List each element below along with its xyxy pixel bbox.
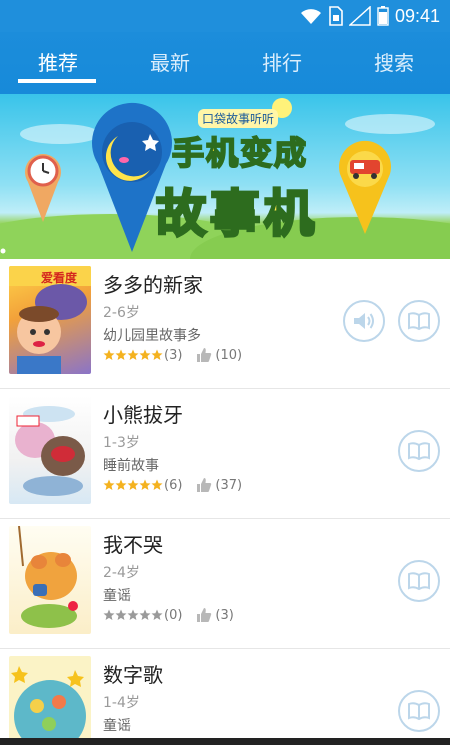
like-count: (37) <box>215 477 243 493</box>
star-empty-icon <box>103 609 115 620</box>
story-title[interactable]: 小熊拔牙 <box>103 399 183 428</box>
bottom-edge <box>0 738 450 745</box>
promo-banner[interactable]: 口袋故事听听 手机变成 故事机 <box>0 94 450 259</box>
story-age: 2-4岁 <box>103 565 140 581</box>
story-cover[interactable] <box>9 656 91 745</box>
story-cover[interactable] <box>9 526 91 634</box>
thumbs-up-icon[interactable] <box>196 607 212 623</box>
star-rating <box>103 479 163 491</box>
like-count: (3) <box>215 607 234 623</box>
star-empty-icon <box>115 609 127 620</box>
star-empty-icon <box>151 609 163 620</box>
signal-icon <box>348 6 371 26</box>
cover-text: 爱看度 <box>41 271 78 285</box>
star-filled-icon <box>139 349 151 360</box>
alarm-clock-icon <box>25 154 61 222</box>
story-meta: (0) (3) <box>103 607 234 623</box>
story-category: 童谣 <box>103 588 131 604</box>
thumbs-up-icon[interactable] <box>196 477 212 493</box>
story-title[interactable]: 我不哭 <box>103 529 163 558</box>
wifi-icon <box>300 9 321 24</box>
list-item[interactable]: 小熊拔牙 1-3岁 睡前故事 (6) (37) <box>0 389 450 519</box>
star-filled-icon <box>115 349 127 360</box>
story-meta: (3) (10) <box>103 347 242 363</box>
story-age: 2-6岁 <box>103 305 140 321</box>
banner-title-line1: 手机变成 <box>171 133 309 173</box>
star-filled-icon <box>139 479 151 490</box>
read-book-button[interactable] <box>398 560 440 602</box>
star-rating <box>103 609 163 621</box>
status-bar: 09:41 <box>0 0 450 32</box>
story-category: 幼儿园里故事多 <box>103 328 201 344</box>
story-category: 童谣 <box>103 718 131 734</box>
story-cover[interactable]: 爱看度 <box>9 266 91 374</box>
play-audio-button[interactable] <box>343 300 385 342</box>
book-icon <box>408 572 430 591</box>
active-tab-indicator <box>18 79 96 83</box>
story-cover[interactable] <box>9 396 91 504</box>
star-filled-icon <box>151 349 163 360</box>
star-empty-icon <box>127 609 139 620</box>
tab-recommend[interactable]: 推荐 <box>2 32 114 94</box>
battery-icon <box>377 6 389 26</box>
book-icon <box>408 312 430 331</box>
star-filled-icon <box>103 349 115 360</box>
list-item[interactable]: 数字歌 1-4岁 童谣 <box>0 649 450 745</box>
status-time: 09:41 <box>394 5 440 26</box>
read-book-button[interactable] <box>398 300 440 342</box>
star-filled-icon <box>103 479 115 490</box>
star-empty-icon <box>139 609 151 620</box>
read-book-button[interactable] <box>398 430 440 472</box>
rating-count: (6) <box>164 477 183 493</box>
thumbs-up-icon[interactable] <box>196 347 212 363</box>
list-item[interactable]: 爱看度 多多的新家 2-6岁 幼儿园里故事多 (3) (10) <box>0 259 450 389</box>
story-title[interactable]: 数字歌 <box>103 659 163 688</box>
book-icon <box>408 702 430 721</box>
read-book-button[interactable] <box>398 690 440 732</box>
star-filled-icon <box>127 349 139 360</box>
like-count: (10) <box>215 347 243 363</box>
star-filled-icon <box>127 479 139 490</box>
story-meta: (6) (37) <box>103 477 242 493</box>
story-age: 1-4岁 <box>103 695 140 711</box>
tab-latest[interactable]: 最新 <box>114 32 226 94</box>
book-icon <box>408 442 430 461</box>
top-nav: 推荐 最新 排行 搜索 <box>0 32 450 94</box>
story-category: 睡前故事 <box>103 458 159 474</box>
star-filled-icon <box>151 479 163 490</box>
status-icons: 09:41 <box>299 4 440 28</box>
tab-search[interactable]: 搜索 <box>338 32 450 94</box>
sim-icon <box>329 6 343 26</box>
rating-count: (0) <box>164 607 183 623</box>
rating-count: (3) <box>164 347 183 363</box>
list-item[interactable]: 我不哭 2-4岁 童谣 (0) (3) <box>0 519 450 649</box>
story-age: 1-3岁 <box>103 435 140 451</box>
tab-ranking[interactable]: 排行 <box>226 32 338 94</box>
speaker-icon <box>354 313 374 329</box>
star-rating <box>103 349 163 361</box>
star-filled-icon <box>115 479 127 490</box>
banner-subtitle: 口袋故事听听 <box>198 109 279 128</box>
banner-title-line2: 故事机 <box>155 184 318 245</box>
story-title[interactable]: 多多的新家 <box>103 269 203 298</box>
